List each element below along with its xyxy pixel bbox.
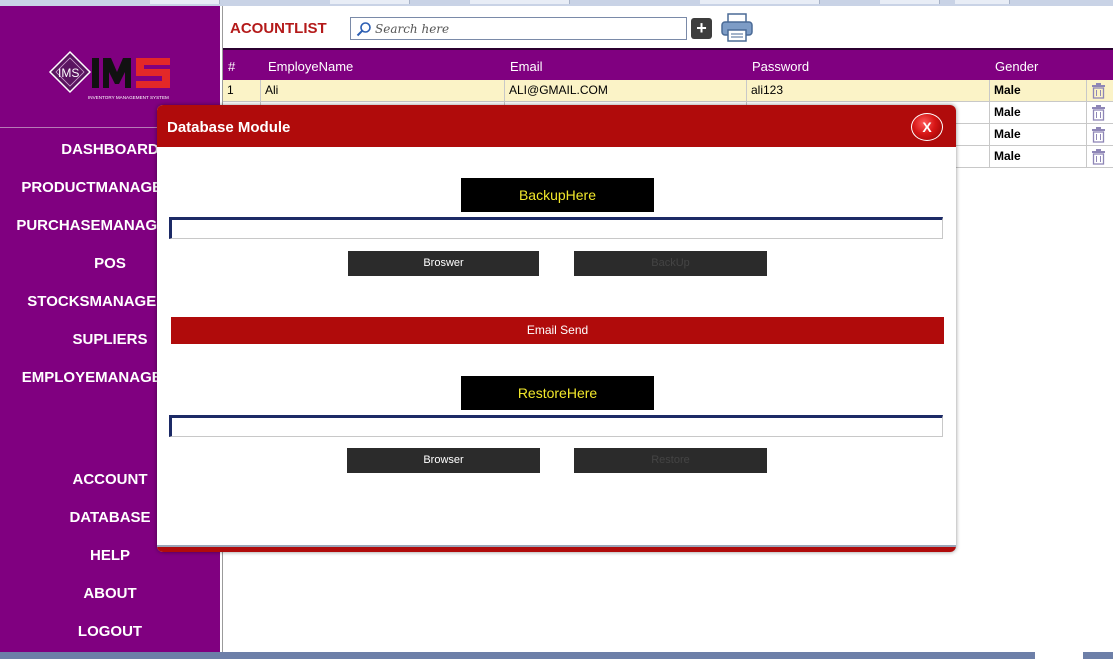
cell-password: ali123 xyxy=(747,80,990,102)
backup-section-label: BackupHere xyxy=(461,178,654,212)
trash-icon[interactable] xyxy=(1091,83,1106,99)
trash-icon[interactable] xyxy=(1091,149,1106,165)
column-header-employe-name: EmployeName xyxy=(268,59,354,74)
column-header-password: Password xyxy=(752,59,810,74)
table-row[interactable]: 1 Ali ALI@GMAIL.COM ali123 Male xyxy=(223,80,1113,102)
restore-section-label: RestoreHere xyxy=(461,376,654,410)
backup-button[interactable]: BackUp xyxy=(574,251,767,276)
dialog-footer-line xyxy=(157,545,956,547)
search-icon xyxy=(356,21,372,37)
cell-gender: Male xyxy=(990,102,1087,124)
top-strip-segment xyxy=(470,0,570,4)
trash-icon[interactable] xyxy=(1091,105,1106,121)
sidebar-item-logout[interactable]: LOGOUT xyxy=(0,620,220,644)
search-box[interactable] xyxy=(350,17,687,40)
trash-icon[interactable] xyxy=(1091,127,1106,143)
table-header: # EmployeName Email Password Gender xyxy=(223,48,1113,80)
cell-gender: Male xyxy=(990,146,1087,168)
top-strip-segment xyxy=(330,0,410,4)
column-header-number: # xyxy=(228,59,236,74)
bottom-bar-segment xyxy=(1035,652,1083,659)
page-title: ACOUNTLIST xyxy=(230,20,327,37)
top-strip-segment xyxy=(880,0,940,4)
cell-email: ALI@GMAIL.COM xyxy=(505,80,747,102)
top-strip-segment xyxy=(955,0,1010,4)
svg-text:INVENTORY MANAGEMENT SYSTEM: INVENTORY MANAGEMENT SYSTEM xyxy=(88,95,169,100)
cell-gender: Male xyxy=(990,124,1087,146)
cell-employe-name: Ali xyxy=(261,80,505,102)
ims-logo: IMS INVENTORY MANAGEMENT SYSTEM xyxy=(48,50,174,110)
close-button[interactable]: X xyxy=(911,113,943,141)
restore-path-field[interactable] xyxy=(169,415,943,437)
restore-button[interactable]: Restore xyxy=(574,448,767,473)
dialog-title: Database Module xyxy=(167,119,291,136)
top-strip-segment xyxy=(700,0,820,4)
database-module-dialog: Database Module X BackupHere Broswer Bac… xyxy=(157,105,956,552)
backup-path-field[interactable] xyxy=(169,217,943,239)
dialog-header: Database Module X xyxy=(157,105,956,147)
cell-number: 1 xyxy=(223,80,261,102)
app-window: IMS INVENTORY MANAGEMENT SYSTEM DASHBOAR… xyxy=(0,0,1113,659)
sidebar-item-about[interactable]: ABOUT xyxy=(0,582,220,606)
top-strip-segment xyxy=(150,0,220,4)
backup-browse-button[interactable]: Broswer xyxy=(348,251,539,276)
bottom-status-bar xyxy=(0,652,1113,659)
column-header-email: Email xyxy=(510,59,543,74)
column-header-gender: Gender xyxy=(995,59,1039,74)
svg-text:IMS: IMS xyxy=(58,66,79,80)
restore-browse-button[interactable]: Browser xyxy=(347,448,540,473)
printer-icon[interactable] xyxy=(720,12,754,44)
plus-icon[interactable]: + xyxy=(691,18,712,39)
email-send-button[interactable]: Email Send xyxy=(171,317,944,344)
cell-gender: Male xyxy=(990,80,1087,102)
search-input[interactable] xyxy=(375,20,680,37)
